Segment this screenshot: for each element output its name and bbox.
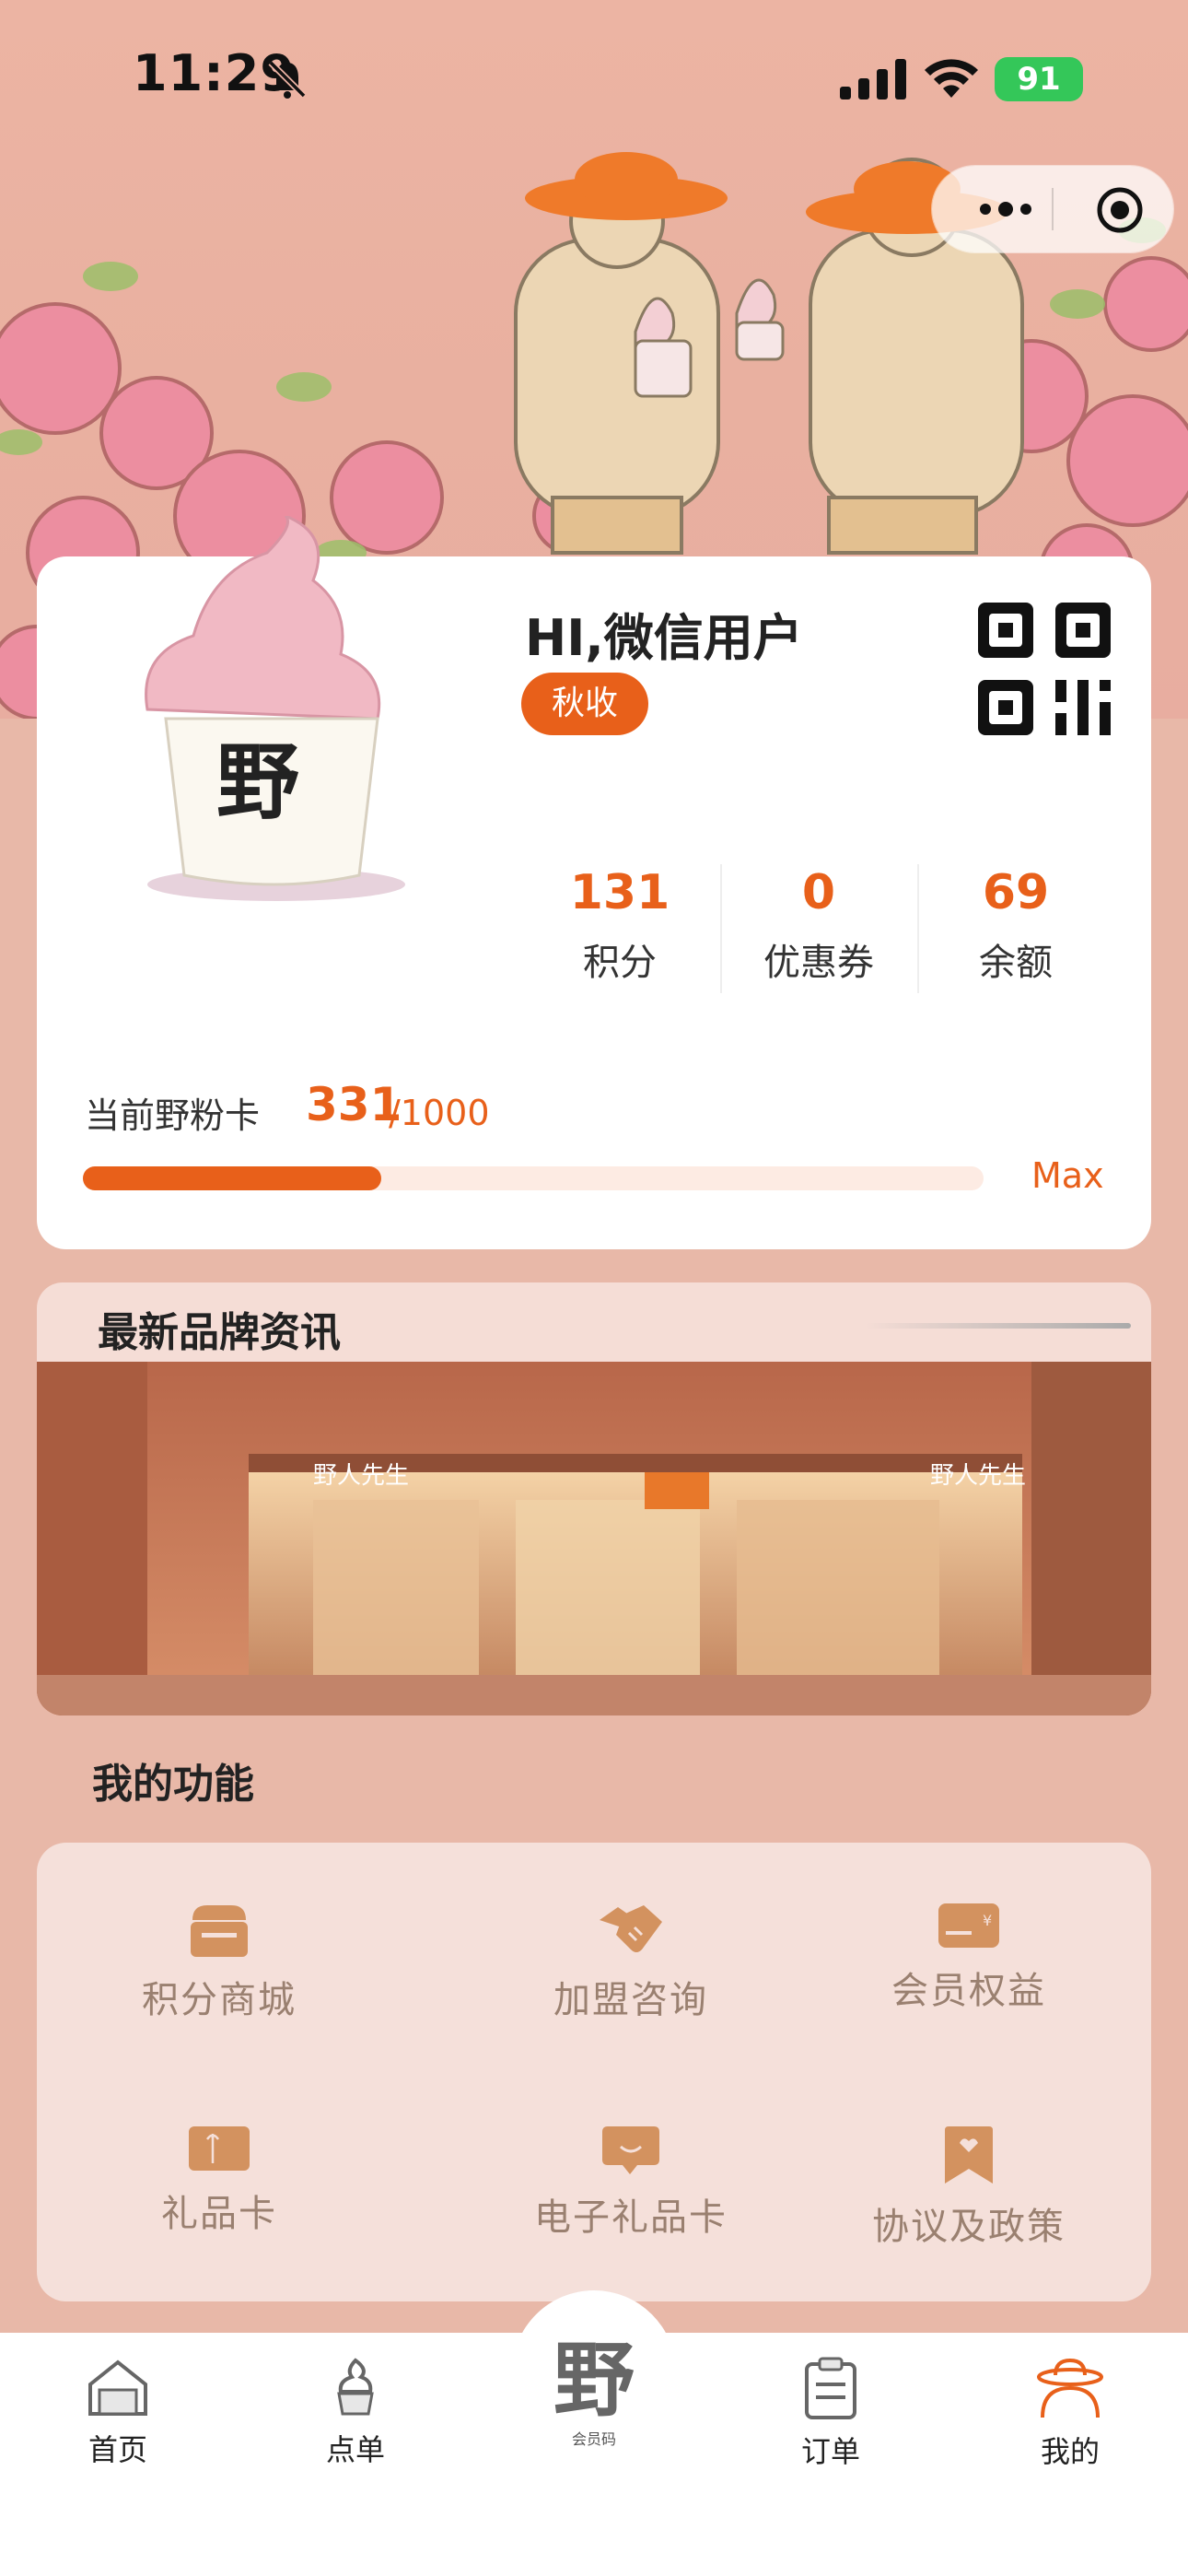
stat-divider	[720, 864, 722, 993]
stat-divider	[917, 864, 919, 993]
icecream-icon	[337, 2358, 374, 2416]
fan-progress-bar	[83, 1166, 984, 1190]
tab-label: 我的	[1040, 2434, 1100, 2469]
fan-card-label: 当前野粉卡	[85, 1095, 261, 1136]
profile-icon	[1037, 2358, 1103, 2418]
func-label: 协议及政策	[872, 2206, 1066, 2248]
chat-gift-icon	[602, 2126, 659, 2174]
fan-progress-fill	[83, 1166, 381, 1190]
stat-balance[interactable]: 69 余额	[930, 862, 1101, 986]
functions-title: 我的功能	[92, 1761, 254, 1808]
tab-home[interactable]: 首页	[44, 2357, 192, 2469]
svg-text:¥: ¥	[983, 1912, 992, 1929]
tab-order-food[interactable]: 点单	[282, 2357, 429, 2469]
tab-label: 订单	[800, 2434, 860, 2469]
svg-text:野: 野	[216, 733, 299, 831]
func-label: 电子礼品卡	[534, 2196, 728, 2239]
func-member-benefits[interactable]: ¥ 会员权益	[803, 1902, 1135, 2014]
bell-off-icon	[268, 60, 307, 99]
signal-icon	[840, 59, 906, 100]
more-dots-icon[interactable]	[978, 193, 1033, 225]
store-photo-banner[interactable]: 野人先生 野人先生	[37, 1362, 1151, 1715]
func-label: 会员权益	[891, 1970, 1046, 2012]
member-level-badge: 秋收	[521, 673, 648, 735]
tab-label: 点单	[325, 2432, 385, 2467]
functions-panel: 积分商城 加盟咨询 ¥ 会员权益 礼品卡 电子礼品卡 协议及政策	[37, 1843, 1151, 2301]
brand-news-section[interactable]: 最新品牌资讯 野人先生 野人先生	[37, 1282, 1151, 1715]
gift-card-icon	[189, 2126, 250, 2171]
tab-label: 首页	[87, 2432, 147, 2467]
user-greeting: HI,微信用户	[525, 609, 803, 667]
order-icon	[805, 2357, 856, 2419]
func-label: 礼品卡	[161, 2193, 277, 2235]
card-icon: ¥	[938, 1903, 999, 1948]
home-icon	[88, 2359, 147, 2416]
tab-member-code[interactable]: 野 会员码	[534, 2332, 654, 2449]
svg-text:野人先生: 野人先生	[930, 1462, 1026, 1490]
func-gift-card[interactable]: 礼品卡	[53, 2125, 385, 2237]
icecream-mascot-image: 野	[145, 516, 405, 901]
stat-balance-value: 69	[982, 865, 1050, 920]
func-franchise[interactable]: 加盟咨询	[465, 1902, 797, 2023]
qr-code-icon[interactable]	[978, 603, 1111, 735]
stat-points[interactable]: 131 积分	[534, 862, 705, 986]
progress-max-label: Max	[1031, 1155, 1104, 1196]
svg-text:野人先生: 野人先生	[313, 1462, 409, 1490]
stat-balance-label: 余额	[979, 942, 1053, 984]
stat-points-value: 131	[569, 865, 670, 920]
mini-program-capsule[interactable]	[932, 166, 1173, 252]
stat-coupons[interactable]: 0 优惠券	[733, 862, 904, 986]
member-stats: 131 积分 0 优惠券 69 余额	[534, 862, 1053, 997]
fan-points-value: 331	[306, 1078, 402, 1131]
func-points-mall[interactable]: 积分商城	[53, 1902, 385, 2023]
svg-text:野: 野	[553, 2335, 635, 2423]
status-bar: 11:29 91	[0, 0, 1188, 157]
fan-points-total: /1000	[389, 1093, 490, 1133]
wifi-icon	[925, 59, 978, 98]
func-e-gift-card[interactable]: 电子礼品卡	[465, 2125, 797, 2241]
func-label: 加盟咨询	[553, 1979, 708, 2021]
func-agreement-policy[interactable]: 协议及政策	[803, 2125, 1135, 2250]
tab-orders[interactable]: 订单	[757, 2357, 904, 2471]
capsule-divider	[1052, 188, 1054, 230]
handshake-icon	[600, 1905, 662, 1952]
news-title: 最新品牌资讯	[98, 1309, 341, 1356]
member-code-icon: 野	[553, 2332, 635, 2428]
func-label: 积分商城	[142, 1979, 297, 2021]
stat-points-label: 积分	[583, 942, 657, 984]
bookmark-icon	[945, 2126, 993, 2184]
stat-coupons-label: 优惠券	[763, 942, 874, 984]
stat-coupons-value: 0	[801, 865, 836, 920]
shop-icon	[191, 1905, 248, 1957]
tab-me[interactable]: 我的	[996, 2357, 1144, 2471]
close-target-icon[interactable]	[1094, 184, 1146, 236]
tab-label: 会员码	[571, 2430, 616, 2448]
battery-indicator: 91	[995, 57, 1083, 101]
news-scroll-indicator	[866, 1323, 1131, 1329]
